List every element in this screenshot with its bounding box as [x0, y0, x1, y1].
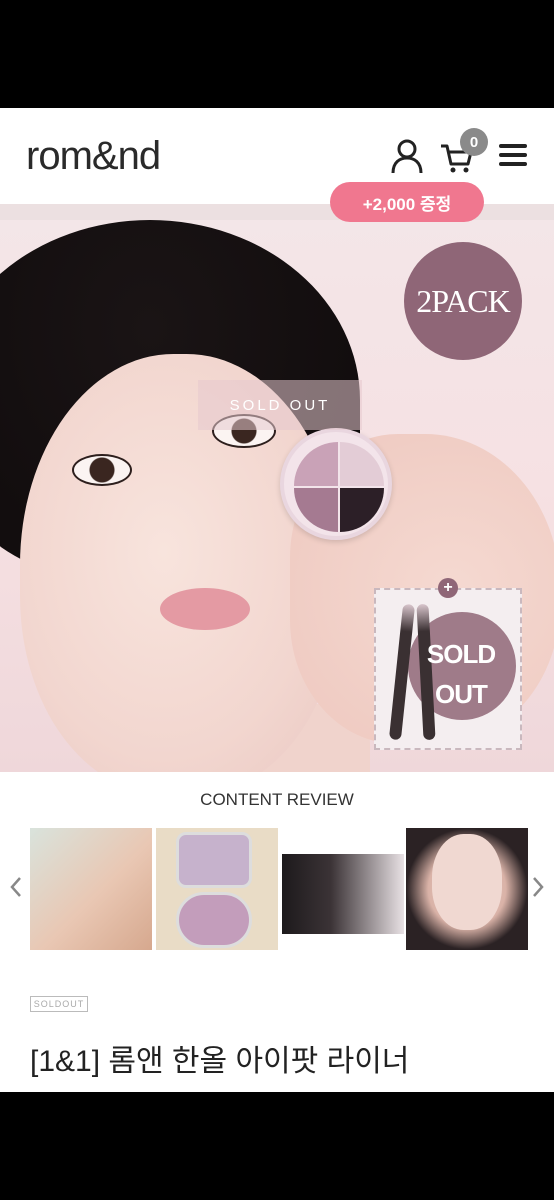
content-review-title: CONTENT REVIEW [200, 790, 354, 809]
liner-soldout-label: SOLD OUT [406, 634, 516, 714]
bottom-bar-area [0, 1092, 554, 1200]
product-title: [1&1] 롬앤 한올 아이팟 라이너 [30, 1045, 410, 1078]
review-carousel [0, 828, 554, 952]
model-eye-right [72, 454, 132, 486]
cart-count-badge: 0 [460, 128, 488, 156]
thumb-compact-1 [176, 832, 252, 888]
chevron-right-icon[interactable] [528, 872, 548, 902]
user-icon[interactable] [390, 138, 424, 174]
plus-icon: + [438, 578, 458, 598]
chevron-left-icon[interactable] [6, 872, 26, 902]
menu-icon[interactable] [498, 142, 528, 168]
shadow-pan-3 [294, 488, 338, 532]
shadow-pan-1 [294, 442, 338, 486]
eyeshadow-compact [280, 428, 392, 540]
liner-soldout-box: SOLD OUT [374, 588, 522, 750]
brand-logo[interactable]: rom&nd [26, 134, 161, 179]
product-page: rom&nd 0 +2,000 증정 SOLD OUT 2PACK + SOLD… [0, 108, 554, 1092]
liner-soldout-line1: SOLD [426, 639, 496, 669]
hero-image[interactable]: SOLD OUT 2PACK + SOLD OUT [0, 204, 554, 772]
status-bar-area [0, 0, 554, 108]
soldout-overlay: SOLD OUT [198, 380, 362, 430]
liner-soldout-line2: OUT [435, 679, 488, 709]
model-lips [160, 588, 250, 630]
shadow-pan-2 [340, 442, 384, 486]
review-thumbnail-3[interactable] [282, 854, 404, 934]
review-thumbnail-4[interactable] [406, 828, 528, 950]
two-pack-badge: 2PACK [404, 242, 522, 360]
thumb-face [432, 834, 502, 930]
thumb-compact-2 [176, 892, 252, 948]
review-thumbnail-2[interactable] [156, 828, 278, 950]
promo-badge[interactable]: +2,000 증정 [330, 182, 484, 222]
review-thumbnail-1[interactable] [30, 828, 152, 950]
soldout-tag: SOLDOUT [30, 996, 88, 1012]
